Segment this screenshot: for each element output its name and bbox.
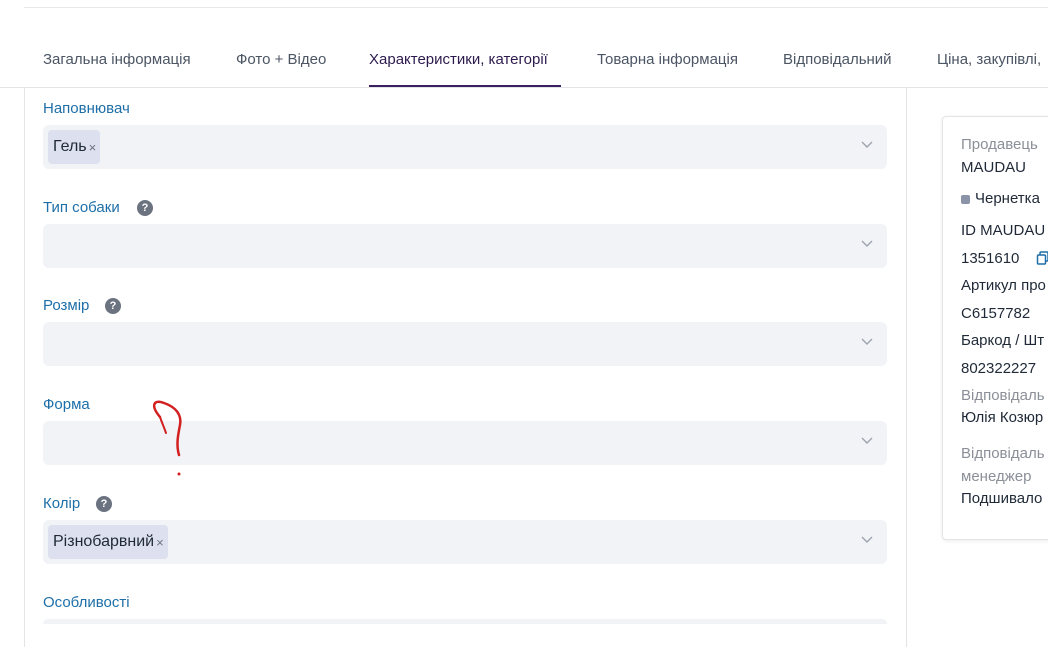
color-label: Колір	[43, 495, 81, 512]
seller-value: MAUDAU	[961, 159, 1027, 176]
responsible-value: Юлія Козюр	[961, 409, 1044, 426]
chevron-down-icon	[861, 141, 873, 148]
size-select[interactable]	[43, 322, 887, 366]
copy-icon[interactable]	[1036, 251, 1048, 265]
chevron-down-icon	[861, 240, 873, 247]
status-badge: Чернетка	[975, 190, 1040, 207]
tab-responsible[interactable]: Відповідальний	[783, 51, 892, 68]
filler-tag: Гель ×	[48, 130, 101, 164]
shape-select[interactable]	[43, 421, 887, 465]
filler-label: Наповнювач	[43, 100, 130, 117]
manager-label: Відповідаль	[961, 445, 1045, 462]
manager-label-2: менеджер	[961, 468, 1032, 485]
question-circle-icon[interactable]: ?	[105, 298, 121, 314]
seller-label: Продавець	[961, 136, 1038, 153]
chevron-down-icon	[861, 437, 873, 444]
tab-product-info[interactable]: Товарна інформація	[597, 51, 738, 68]
tabs-bar: Загальна інформація Фото + Відео Характе…	[0, 38, 1048, 88]
chevron-down-icon	[861, 338, 873, 345]
color-tag: Різнобарвний ×	[48, 525, 168, 559]
remove-tag-icon[interactable]: ×	[89, 140, 97, 155]
barcode-value: 802322227	[961, 360, 1037, 377]
tab-general-info[interactable]: Загальна інформація	[43, 51, 191, 68]
status-dot-icon	[961, 195, 970, 204]
id-value: 1351610	[961, 250, 1020, 267]
features-label: Особливості	[43, 594, 130, 611]
filler-select[interactable]: Гель ×	[43, 125, 887, 169]
tab-characteristics[interactable]: Характеристики, категорії	[369, 51, 548, 68]
color-tag-label: Різнобарвний	[53, 533, 155, 550]
size-label: Розмір	[43, 297, 90, 314]
question-circle-icon[interactable]: ?	[137, 200, 153, 216]
filler-tag-label: Гель	[53, 138, 87, 155]
features-select[interactable]	[43, 619, 887, 624]
article-label: Артикул про	[961, 277, 1046, 294]
question-circle-icon[interactable]: ?	[96, 496, 112, 512]
dog-type-select[interactable]	[43, 224, 887, 268]
responsible-label: Відповідаль	[961, 387, 1045, 404]
shape-label: Форма	[43, 396, 90, 413]
chevron-down-icon	[861, 536, 873, 543]
manager-value: Подшивало	[961, 490, 1043, 507]
top-divider	[24, 7, 1048, 8]
article-value: C6157782	[961, 305, 1031, 322]
id-label: ID MAUDAU	[961, 222, 1046, 239]
color-select[interactable]: Різнобарвний ×	[43, 520, 887, 564]
tab-photo-video[interactable]: Фото + Відео	[236, 51, 326, 68]
tab-price-purchases[interactable]: Ціна, закупівлі,	[937, 51, 1041, 68]
dog-type-label: Тип собаки	[43, 199, 120, 216]
barcode-label: Баркод / Шт	[961, 332, 1045, 349]
remove-tag-icon[interactable]: ×	[156, 535, 164, 550]
